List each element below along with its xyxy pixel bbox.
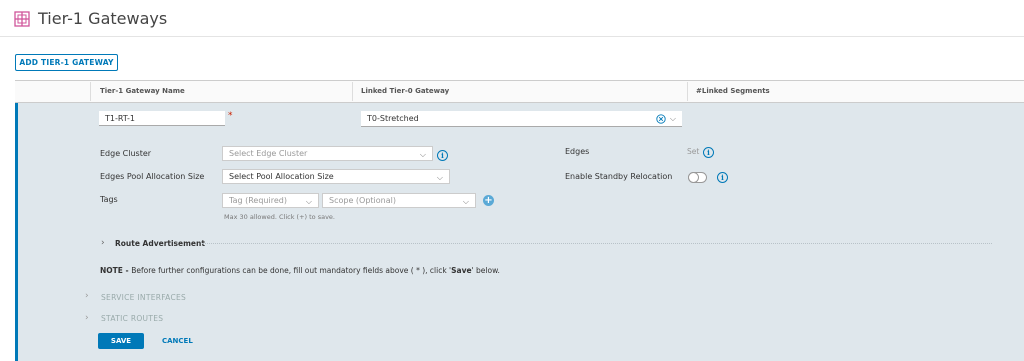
edges-label: Edges bbox=[565, 147, 590, 156]
pool-allocation-select[interactable]: Select Pool Allocation Size ⌵ bbox=[222, 169, 450, 184]
edge-cluster-select[interactable]: Select Edge Cluster ⌵ bbox=[222, 146, 433, 161]
clear-icon[interactable] bbox=[656, 114, 666, 124]
gateway-icon bbox=[14, 11, 30, 27]
chevron-down-icon: ⌵ bbox=[436, 173, 443, 182]
section-divider bbox=[202, 243, 992, 244]
column-separator bbox=[352, 82, 353, 101]
standby-relocation-label: Enable Standby Relocation bbox=[565, 172, 673, 181]
chevron-down-icon: ⌵ bbox=[419, 150, 426, 159]
add-tier1-gateway-button[interactable]: ADD TIER-1 GATEWAY bbox=[15, 54, 118, 71]
edges-set-link[interactable]: Set bbox=[687, 147, 699, 156]
cancel-button[interactable]: CANCEL bbox=[162, 337, 193, 345]
note-prefix: NOTE - bbox=[100, 266, 132, 275]
info-icon[interactable]: i bbox=[717, 172, 728, 183]
mandatory-note: NOTE - Before further configurations can… bbox=[100, 266, 500, 275]
required-marker: * bbox=[228, 111, 233, 121]
tag-placeholder: Tag (Required) bbox=[229, 196, 287, 205]
toggle-knob bbox=[688, 172, 699, 183]
edge-cluster-placeholder: Select Edge Cluster bbox=[229, 149, 308, 158]
add-tag-icon[interactable]: + bbox=[483, 195, 494, 206]
column-separator bbox=[687, 82, 688, 101]
page-title: Tier-1 Gateways bbox=[38, 9, 168, 28]
column-header-name[interactable]: Tier-1 Gateway Name bbox=[100, 87, 185, 95]
chevron-right-icon[interactable]: › bbox=[85, 291, 89, 301]
service-interfaces-section[interactable]: SERVICE INTERFACES bbox=[101, 293, 186, 302]
note-text: Before further configurations can be don… bbox=[131, 266, 452, 275]
route-advertisement-toggle[interactable]: Route Advertisement bbox=[115, 239, 205, 248]
scope-placeholder: Scope (Optional) bbox=[329, 196, 396, 205]
column-separator bbox=[90, 82, 91, 101]
note-suffix: ' below. bbox=[471, 266, 500, 275]
tags-label: Tags bbox=[100, 195, 118, 204]
gateway-name-input[interactable]: T1-RT-1 bbox=[99, 111, 225, 126]
pool-allocation-placeholder: Select Pool Allocation Size bbox=[229, 172, 334, 181]
edit-row bbox=[15, 103, 1024, 361]
chevron-down-icon: ⌵ bbox=[669, 114, 676, 123]
tag-input[interactable]: Tag (Required) ⌵ bbox=[222, 193, 319, 208]
chevron-down-icon: ⌵ bbox=[305, 197, 312, 206]
info-icon[interactable]: i bbox=[437, 150, 448, 161]
scope-input[interactable]: Scope (Optional) ⌵ bbox=[322, 193, 476, 208]
note-save: Save bbox=[451, 266, 472, 275]
tier0-gateway-value: T0-Stretched bbox=[367, 114, 419, 123]
tier0-gateway-select[interactable]: T0-Stretched ⌵ bbox=[361, 111, 682, 127]
static-routes-section[interactable]: STATIC ROUTES bbox=[101, 314, 163, 323]
chevron-right-icon[interactable]: › bbox=[85, 313, 89, 323]
info-icon[interactable]: i bbox=[703, 147, 714, 158]
column-header-tier0[interactable]: Linked Tier-0 Gateway bbox=[361, 87, 449, 95]
column-header-segments[interactable]: #Linked Segments bbox=[696, 87, 770, 95]
edge-cluster-label: Edge Cluster bbox=[100, 149, 152, 158]
gateway-name-value: T1-RT-1 bbox=[105, 113, 135, 123]
chevron-down-icon: ⌵ bbox=[462, 197, 469, 206]
tags-hint: Max 30 allowed. Click (+) to save. bbox=[224, 213, 335, 221]
header-divider bbox=[0, 36, 1024, 37]
chevron-right-icon[interactable]: › bbox=[101, 238, 105, 248]
pool-allocation-label: Edges Pool Allocation Size bbox=[100, 172, 205, 181]
save-button[interactable]: SAVE bbox=[98, 333, 144, 349]
